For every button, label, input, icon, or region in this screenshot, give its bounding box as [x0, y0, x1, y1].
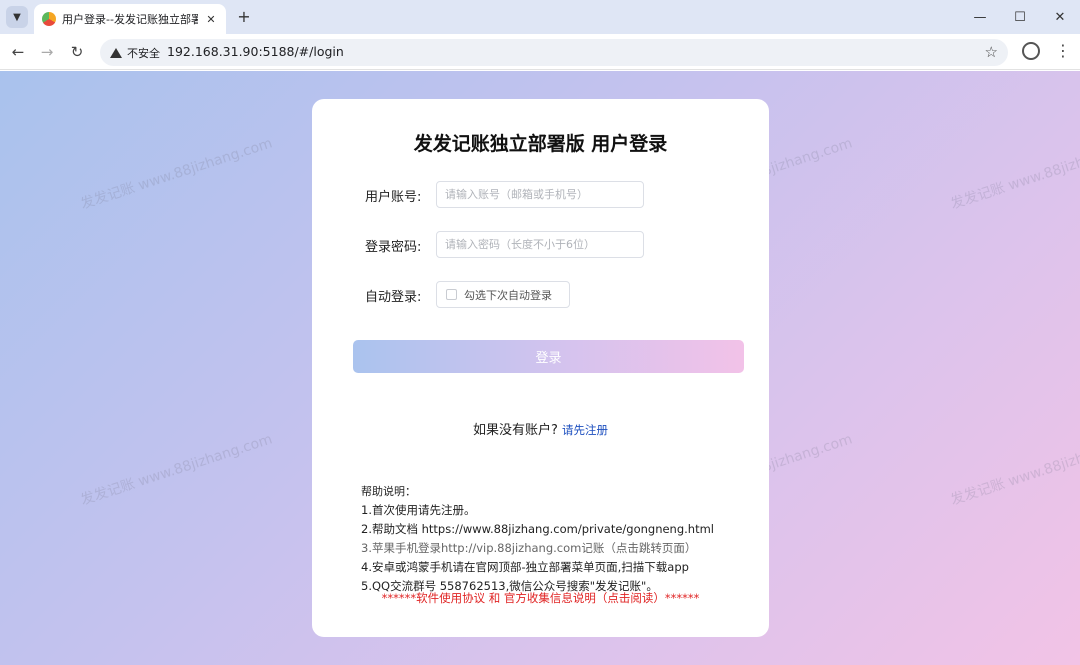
- page-title: 发发记账独立部署版 用户登录: [413, 133, 668, 155]
- favicon-icon: [42, 12, 56, 26]
- watermark: 发发记账 www.88jizhang.com: [78, 135, 275, 213]
- address-bar[interactable]: 不安全 192.168.31.90:5188/#/login ☆: [100, 39, 1008, 66]
- register-line: 如果没有账户? 请先注册: [312, 419, 769, 438]
- browser-menu-icon[interactable]: ⋮: [1055, 41, 1071, 60]
- new-tab-button[interactable]: +: [234, 7, 254, 27]
- chevron-down-icon: ▼: [13, 11, 21, 23]
- auto-login-text: 勾选下次自动登录: [464, 288, 552, 302]
- login-card: 发发记账独立部署版 用户登录 用户账号: 登录密码: 自动登录: 勾选下次自动登…: [312, 99, 769, 637]
- window-controls: — ☐ ✕: [960, 0, 1080, 34]
- help-section: 帮助说明： 1.首次使用请先注册。 2.帮助文档 https://www.88j…: [361, 482, 714, 596]
- browser-toolbar: ← → ↻ 不安全 192.168.31.90:5188/#/login ☆: [0, 34, 1080, 70]
- forward-button[interactable]: →: [37, 42, 57, 62]
- password-label: 登录密码:: [365, 240, 422, 255]
- tab-close-icon[interactable]: ✕: [204, 13, 218, 26]
- profile-icon[interactable]: [1022, 42, 1040, 60]
- watermark: 发发记账 www.88jizhang.com: [948, 135, 1080, 213]
- auto-login-checkbox[interactable]: 勾选下次自动登录: [436, 281, 570, 308]
- checkbox-icon[interactable]: [446, 289, 457, 300]
- help-item: 1.首次使用请先注册。: [361, 503, 476, 517]
- tab-title: 用户登录--发发记账独立部署版: [62, 13, 198, 26]
- url-text[interactable]: 192.168.31.90:5188/#/login: [167, 44, 344, 59]
- auto-login-label: 自动登录:: [365, 290, 422, 305]
- minimize-button[interactable]: —: [960, 0, 1000, 34]
- security-label: 不安全: [127, 46, 160, 60]
- page-viewport: 发发记账 www.88jizhang.com 发发记账 www.88jizhan…: [0, 71, 1080, 665]
- help-item-ios-link[interactable]: 3.苹果手机登录http://vip.88jizhang.com记账（点击跳转页…: [361, 539, 714, 558]
- bookmark-star-icon[interactable]: ☆: [985, 43, 998, 61]
- watermark: 发发记账 www.88jizhang.com: [78, 431, 275, 509]
- account-label: 用户账号:: [365, 190, 422, 205]
- register-link[interactable]: 请先注册: [562, 423, 608, 437]
- back-button[interactable]: ←: [8, 42, 28, 62]
- maximize-button[interactable]: ☐: [1000, 0, 1040, 34]
- help-item-docs-link[interactable]: 2.帮助文档 https://www.88jizhang.com/private…: [361, 520, 714, 539]
- agreement-link[interactable]: ******软件使用协议 和 官方收集信息说明（点击阅读）******: [312, 590, 769, 606]
- account-input[interactable]: [436, 181, 644, 208]
- security-chip[interactable]: 不安全: [106, 43, 166, 62]
- password-input[interactable]: [436, 231, 644, 258]
- register-prompt: 如果没有账户?: [472, 423, 558, 438]
- help-item: 4.安卓或鸿蒙手机请在官网顶部-独立部署菜单页面,扫描下载app: [361, 560, 689, 574]
- login-button[interactable]: 登录: [353, 340, 744, 373]
- reload-button[interactable]: ↻: [67, 42, 87, 62]
- watermark: 发发记账 www.88jizhang.com: [948, 431, 1080, 509]
- close-window-button[interactable]: ✕: [1040, 0, 1080, 34]
- help-title: 帮助说明：: [361, 485, 416, 498]
- tab-search-button[interactable]: ▼: [6, 6, 28, 28]
- tab-strip: ▼ 用户登录--发发记账独立部署版 ✕ + — ☐ ✕: [0, 0, 1080, 34]
- tab-active[interactable]: 用户登录--发发记账独立部署版 ✕: [34, 4, 226, 34]
- warning-icon: [110, 47, 122, 58]
